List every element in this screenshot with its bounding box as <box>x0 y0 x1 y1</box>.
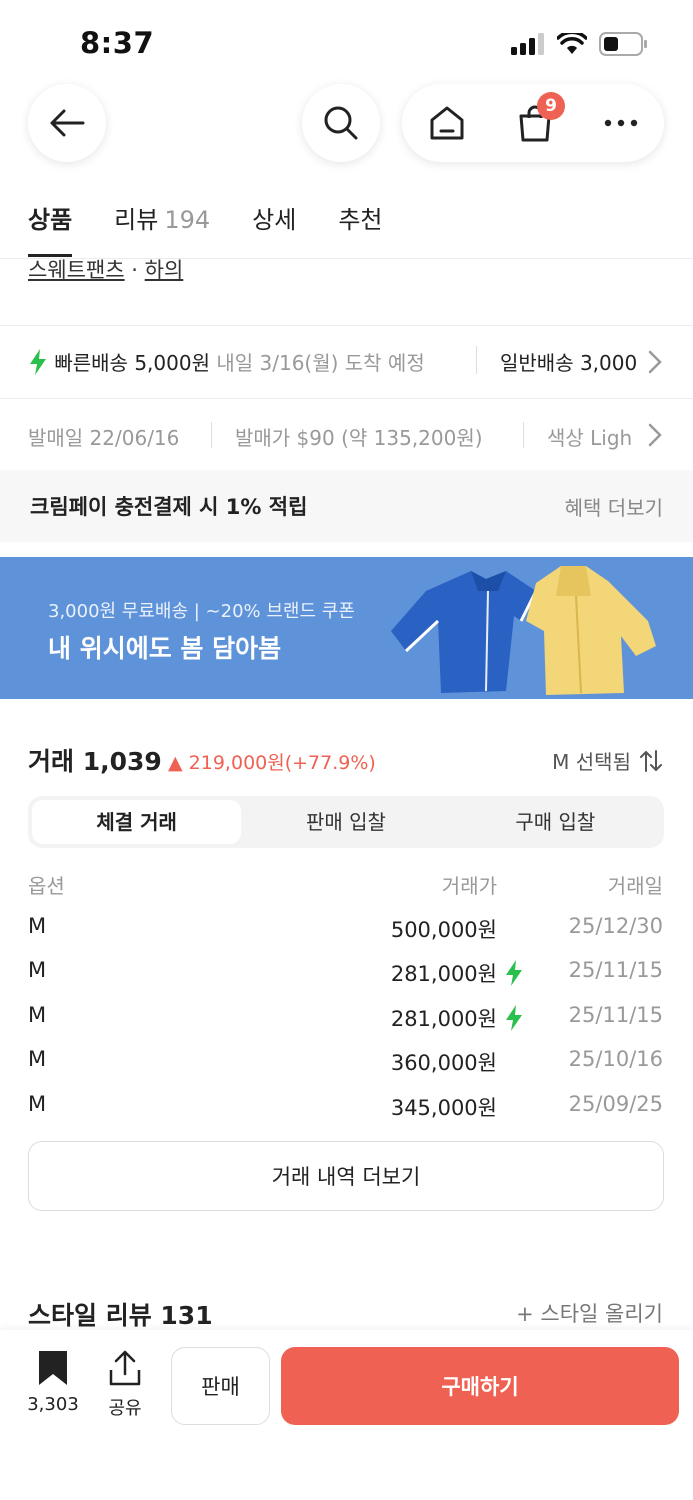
wifi-icon <box>557 33 587 54</box>
chevron-right-icon[interactable] <box>648 350 662 374</box>
buy-button[interactable]: 구매하기 <box>281 1347 679 1425</box>
bolt-icon <box>506 960 522 986</box>
share-button[interactable]: 공유 <box>100 1350 150 1420</box>
tab-review[interactable]: 리뷰 194 <box>114 200 210 257</box>
row-price: 360,000원 <box>390 1051 497 1075</box>
signal-icon <box>511 33 544 55</box>
info-divider <box>523 422 524 448</box>
row-option: M <box>28 1003 47 1027</box>
bolt-icon <box>506 1005 522 1031</box>
column-option: 옵션 <box>28 874 65 898</box>
home-button[interactable] <box>428 104 466 142</box>
color-info: 색상 Ligh <box>547 426 633 450</box>
row-price: 281,000원 <box>390 1007 497 1031</box>
release-date: 발매일 22/06/16 <box>28 426 180 450</box>
tab-product[interactable]: 상품 <box>28 200 73 257</box>
row-date: 25/12/30 <box>568 914 663 938</box>
tab-detail[interactable]: 상세 <box>252 200 296 257</box>
breadcrumb-category[interactable]: 스웨트팬츠 <box>28 258 125 282</box>
home-icon <box>430 106 464 140</box>
bookmark-icon <box>39 1351 67 1385</box>
column-price: 거래가 <box>441 874 497 898</box>
segment-completed[interactable]: 체결 거래 <box>32 800 242 844</box>
row-price: 500,000원 <box>390 918 497 942</box>
release-price: 발매가 $90 (약 135,200원) <box>235 426 483 450</box>
table-row: M 281,000원 25/11/15 <box>0 958 693 1002</box>
battery-icon <box>599 32 647 56</box>
row-date: 25/11/15 <box>568 1003 663 1027</box>
column-date: 거래일 <box>607 874 663 898</box>
table-row: M 281,000원 25/11/15 <box>0 1003 693 1047</box>
product-tabs: 상품 리뷰 194 상세 추천 <box>28 200 383 257</box>
divider <box>0 398 693 399</box>
row-option: M <box>28 1092 47 1116</box>
share-label: 공유 <box>108 1398 142 1419</box>
arrow-left-icon <box>50 109 85 137</box>
table-row: M 345,000원 25/09/25 <box>0 1092 693 1136</box>
trade-change-value: 219,000원(+77.9%) <box>188 752 376 774</box>
more-menu-button[interactable] <box>604 119 638 127</box>
sell-button[interactable]: 판매 <box>171 1347 270 1425</box>
nav-actions: 9 <box>402 84 664 162</box>
segment-sell-bids[interactable]: 판매 입찰 <box>241 800 450 844</box>
shipping-divider <box>476 346 477 374</box>
breadcrumb-sub[interactable]: 하의 <box>145 258 184 282</box>
search-button[interactable] <box>302 84 380 162</box>
status-icons <box>511 32 649 56</box>
status-time: 8:37 <box>80 26 155 60</box>
normal-shipping-label: 일반배송 3,000 <box>500 351 638 375</box>
size-selector[interactable]: M 선택됨 <box>552 746 663 775</box>
triangle-up-icon: ▲ <box>168 752 183 774</box>
more-icon <box>605 119 638 127</box>
back-button[interactable] <box>28 84 106 162</box>
divider <box>0 325 693 326</box>
sort-arrows-icon <box>640 749 662 772</box>
cart-badge: 9 <box>536 92 565 120</box>
bolt-icon <box>30 349 46 375</box>
banner-subtitle: 3,000원 무료배송 | ~20% 브랜드 쿠폰 <box>48 601 355 622</box>
style-review-title: 스타일 리뷰 131 <box>28 1301 213 1330</box>
benefit-bar[interactable]: 크림페이 충전결제 시 1% 적립 혜택 더보기 <box>0 470 693 542</box>
fast-shipping-label: 빠른배송 5,000원 <box>54 351 210 375</box>
fast-shipping-eta: 내일 3/16(월) 도착 예정 <box>216 351 425 375</box>
trade-title: 거래 1,039 <box>28 747 162 776</box>
share-icon <box>109 1350 141 1386</box>
trade-segment-control: 체결 거래 판매 입찰 구매 입찰 <box>28 796 664 848</box>
row-option: M <box>28 1047 47 1071</box>
jacket-illustration <box>391 566 656 695</box>
table-row: M 500,000원 25/12/30 <box>0 914 693 958</box>
add-style-button[interactable]: + 스타일 올리기 <box>516 1298 663 1328</box>
bookmark-button[interactable]: 3,303 <box>22 1350 84 1415</box>
table-row: M 360,000원 25/10/16 <box>0 1047 693 1091</box>
tab-recommend[interactable]: 추천 <box>338 200 382 257</box>
row-option: M <box>28 958 47 982</box>
cart-button[interactable]: 9 <box>517 92 565 142</box>
review-count: 194 <box>164 206 211 234</box>
search-icon <box>324 106 358 140</box>
chevron-right-icon[interactable] <box>648 423 662 447</box>
info-divider <box>211 422 212 448</box>
banner-title: 내 위시에도 봄 담아봄 <box>48 634 282 663</box>
row-price: 281,000원 <box>390 962 497 986</box>
benefit-more-link[interactable]: 혜택 더보기 <box>565 492 663 521</box>
row-date: 25/11/15 <box>568 958 663 982</box>
segment-buy-bids[interactable]: 구매 입찰 <box>451 800 660 844</box>
bookmark-count: 3,303 <box>27 1394 79 1415</box>
row-date: 25/10/16 <box>568 1047 663 1071</box>
row-price: 345,000원 <box>390 1096 497 1120</box>
breadcrumb: 스웨트팬츠 · 하의 <box>28 258 184 282</box>
size-selected-label: M 선택됨 <box>552 750 631 774</box>
promo-banner[interactable]: 3,000원 무료배송 | ~20% 브랜드 쿠폰 내 위시에도 봄 담아봄 <box>0 557 693 699</box>
trade-change: ▲ 219,000원(+77.9%) <box>168 748 376 775</box>
trade-history-more-button[interactable]: 거래 내역 더보기 <box>28 1141 664 1211</box>
benefit-text: 크림페이 충전결제 시 1% 적립 <box>30 495 308 519</box>
row-date: 25/09/25 <box>568 1092 663 1116</box>
row-option: M <box>28 914 47 938</box>
